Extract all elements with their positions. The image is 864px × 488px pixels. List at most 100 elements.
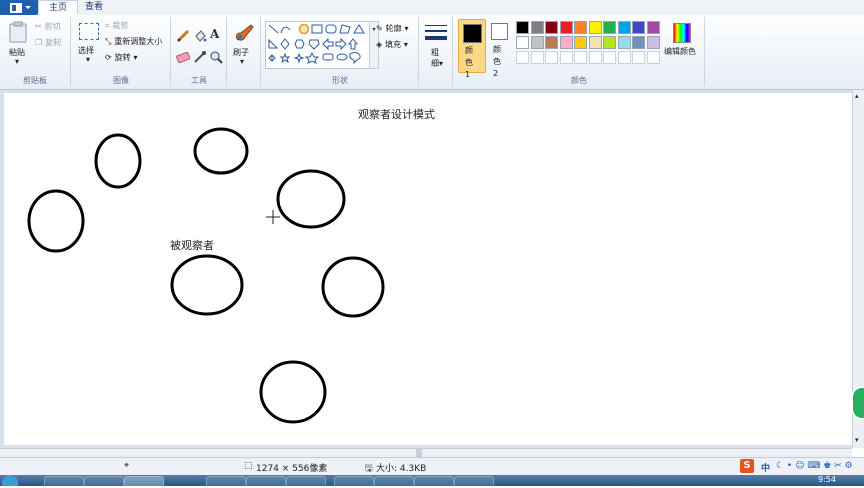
eraser-icon[interactable] (176, 51, 190, 63)
chevron-down-icon: ▾ (439, 59, 444, 68)
size-button[interactable]: 粗细 ▾ (423, 21, 449, 73)
taskbar-item[interactable] (454, 476, 494, 488)
color-swatch[interactable] (588, 21, 602, 34)
taskbar-item[interactable] (286, 476, 326, 488)
outline-brush-icon: ✎ (376, 24, 383, 33)
copy-button[interactable]: ❐ 复制 (35, 37, 61, 48)
taskbar-item[interactable] (334, 476, 374, 488)
ime-language-indicator[interactable]: 中 (761, 461, 770, 474)
color-swatch[interactable] (632, 21, 645, 34)
resize-button[interactable]: ⤡ 重新调整大小 (105, 36, 162, 47)
tab-home[interactable]: 主页 (38, 0, 79, 16)
fill-bucket-icon[interactable] (193, 29, 207, 43)
brush-icon (236, 24, 254, 41)
paint-menu-button[interactable] (0, 0, 38, 15)
taskbar-item[interactable] (246, 476, 286, 488)
ime-toolbar-icons[interactable]: ☾ • ☺ ⌨ ♚ ✂ ⚙ (776, 461, 853, 471)
edit-colors-label: 编辑颜色 (664, 47, 696, 56)
image-dimensions: 1274 × 556像素 (256, 464, 328, 474)
fill-label: 填充 (385, 40, 402, 49)
color-swatch[interactable] (646, 36, 660, 49)
shape-gallery[interactable] (265, 21, 371, 69)
chevron-down-icon: ▾ (403, 40, 408, 49)
taskbar-item[interactable] (84, 476, 124, 488)
text-tool-icon[interactable]: A (210, 27, 219, 41)
taskbar-item[interactable] (206, 476, 246, 488)
custom-color-swatch[interactable] (617, 51, 631, 64)
color-swatch[interactable] (603, 21, 616, 34)
color-swatch[interactable] (530, 36, 544, 49)
color-swatch[interactable] (516, 36, 529, 49)
custom-color-swatch[interactable] (632, 51, 645, 64)
chevron-down-icon: ▾ (15, 57, 20, 66)
scroll-up-icon[interactable]: ▴ (855, 92, 859, 100)
scroll-thumb[interactable] (416, 449, 422, 457)
taskbar-item[interactable] (414, 476, 454, 488)
clipboard-group: 粘贴 ▾ ✂ 剪切 ❐ 复制 剪贴板 (0, 17, 71, 87)
brushes-button[interactable]: 刷子 ▾ (230, 21, 258, 71)
color-swatch[interactable] (617, 21, 631, 34)
drawing-canvas[interactable]: 观察者设计模式 被观察者 (4, 93, 852, 445)
custom-color-swatch[interactable] (530, 51, 544, 64)
observer-circle (193, 127, 249, 175)
color-swatch[interactable] (574, 21, 587, 34)
ribbon-tab-bar: 主页 查看 (0, 0, 864, 16)
tab-view[interactable]: 查看 (75, 0, 113, 15)
subject-circle (170, 254, 244, 316)
paste-button[interactable]: 粘贴 ▾ (5, 19, 31, 69)
color-swatch[interactable] (617, 36, 631, 49)
ribbon: 粘贴 ▾ ✂ 剪切 ❐ 复制 剪贴板 选择 ▾ ⌗ 裁剪 ⤡ 重新调整大小 ⟳ … (0, 15, 864, 90)
color-swatch[interactable] (559, 21, 573, 34)
custom-color-swatch[interactable] (603, 51, 616, 64)
color-swatch[interactable] (646, 21, 660, 34)
selection-icon (79, 23, 99, 40)
color-swatch[interactable] (588, 36, 602, 49)
custom-color-swatch[interactable] (646, 51, 660, 64)
start-button[interactable] (2, 475, 18, 486)
scroll-down-icon[interactable]: ▾ (855, 436, 859, 444)
system-clock[interactable]: 9:54 (818, 475, 836, 485)
rotate-button[interactable]: ⟳ 旋转 ▾ (105, 52, 137, 63)
outline-button[interactable]: ✎ 轮廓 ▾ (376, 23, 408, 34)
select-button[interactable]: 选择 ▾ (76, 21, 102, 69)
magnifier-icon[interactable] (209, 50, 223, 64)
taskbar-item[interactable] (374, 476, 414, 488)
edit-colors-button[interactable]: 编辑颜色 (664, 21, 702, 71)
color-swatch[interactable] (545, 36, 558, 49)
color-swatch[interactable] (516, 21, 529, 34)
color-swatch[interactable] (559, 36, 573, 49)
custom-color-swatch[interactable] (559, 51, 573, 64)
color-swatch[interactable] (545, 21, 558, 34)
rotate-icon: ⟳ (105, 53, 112, 62)
color1-button[interactable]: 颜色 1 (458, 19, 486, 79)
color-swatch[interactable] (530, 21, 544, 34)
taskbar-item-paint[interactable] (124, 476, 164, 488)
custom-color-swatch[interactable] (516, 51, 529, 64)
pencil-icon[interactable] (176, 29, 190, 43)
chevron-down-icon: ▾ (404, 24, 409, 33)
shape-gallery-icons (268, 23, 365, 65)
windows-taskbar: 9:54 (0, 475, 864, 488)
sogou-ime-icon[interactable]: S (740, 459, 754, 473)
color2-button[interactable]: 颜色 2 (487, 19, 513, 78)
file-size: 大小: 4.3KB (376, 464, 427, 474)
custom-color-swatch[interactable] (574, 51, 587, 64)
taskbar-item[interactable] (44, 476, 84, 488)
shapes-group-label: 形状 (332, 76, 348, 85)
custom-color-swatch[interactable] (545, 51, 558, 64)
color-swatch[interactable] (632, 36, 645, 49)
custom-color-swatch[interactable] (588, 51, 602, 64)
chevron-down-icon: ▾ (133, 53, 138, 62)
color2-swatch (491, 23, 508, 40)
crop-button[interactable]: ⌗ 裁剪 (105, 20, 128, 31)
cut-button[interactable]: ✂ 剪切 (35, 21, 61, 32)
color-swatch[interactable] (574, 36, 587, 49)
color-picker-icon[interactable] (193, 50, 207, 64)
dimensions-icon: ⬚ (244, 461, 253, 471)
canvas-title-text: 观察者设计模式 (358, 108, 435, 121)
canvas-drawing (27, 127, 385, 424)
fill-button[interactable]: ◈ 填充 ▾ (376, 39, 408, 50)
color-swatch[interactable] (603, 36, 616, 49)
floating-widget-button[interactable] (851, 386, 864, 420)
size-group: 粗细 ▾ (420, 17, 453, 87)
